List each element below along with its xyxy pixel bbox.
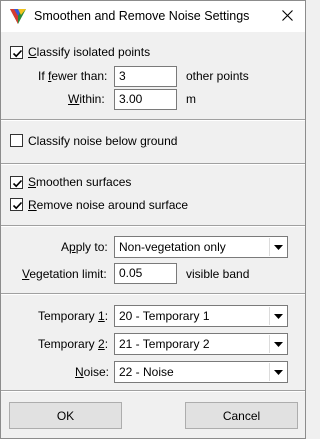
fewer-than-label: If fewer than: xyxy=(38,69,108,83)
temporary-2-label: Temporary 2: xyxy=(38,337,109,351)
checkmark-icon xyxy=(12,201,23,210)
noise-label: Noise: xyxy=(75,365,110,379)
classify-isolated-label[interactable]: Classify isolated points xyxy=(28,45,150,59)
chevron-down-icon[interactable] xyxy=(269,238,286,256)
classify-isolated-checkbox[interactable] xyxy=(10,46,23,59)
temporary-1-select[interactable]: 20 - Temporary 1 xyxy=(114,305,288,327)
separator xyxy=(1,163,305,165)
within-input[interactable]: 3.00 xyxy=(114,89,177,110)
apply-to-label: Apply to: xyxy=(61,240,108,254)
dialog-window: Smoothen and Remove Noise Settings Class… xyxy=(0,0,306,439)
apply-to-value: Non-vegetation only xyxy=(119,240,226,254)
remove-noise-checkbox[interactable] xyxy=(10,198,23,211)
temporary-1-value: 20 - Temporary 1 xyxy=(119,309,210,323)
separator xyxy=(1,293,305,295)
within-unit-label: m xyxy=(186,92,196,106)
classify-noise-below-ground-checkbox[interactable] xyxy=(10,134,23,147)
vegetation-limit-label: Vegetation limit: xyxy=(22,267,107,281)
chevron-down-icon[interactable] xyxy=(269,335,286,353)
smoothen-surfaces-label[interactable]: Smoothen surfaces xyxy=(28,175,131,189)
temporary-2-select[interactable]: 21 - Temporary 2 xyxy=(114,333,288,355)
ok-button[interactable]: OK xyxy=(9,402,122,429)
separator xyxy=(1,119,305,121)
noise-value: 22 - Noise xyxy=(119,365,174,379)
close-button[interactable] xyxy=(269,1,305,32)
close-icon xyxy=(281,9,293,24)
separator xyxy=(1,390,305,392)
window-title: Smoothen and Remove Noise Settings xyxy=(34,9,250,23)
noise-select[interactable]: 22 - Noise xyxy=(114,361,288,383)
checkmark-icon xyxy=(12,179,23,188)
title-bar[interactable]: Smoothen and Remove Noise Settings xyxy=(1,1,305,32)
visible-band-label: visible band xyxy=(186,267,250,281)
fewer-than-input[interactable]: 3 xyxy=(114,66,177,87)
chevron-down-icon[interactable] xyxy=(269,363,286,381)
within-label: Within: xyxy=(68,92,105,106)
other-points-label: other points xyxy=(186,69,249,83)
cancel-button[interactable]: Cancel xyxy=(185,402,298,429)
classify-noise-below-ground-label[interactable]: Classify noise below ground xyxy=(28,134,177,148)
apply-to-select[interactable]: Non-vegetation only xyxy=(114,236,288,258)
temporary-1-label: Temporary 1: xyxy=(38,309,109,323)
separator xyxy=(1,225,305,227)
vegetation-limit-input[interactable]: 0.05 xyxy=(114,263,177,284)
checkmark-icon xyxy=(12,49,23,58)
remove-noise-label[interactable]: Remove noise around surface xyxy=(28,198,188,212)
smoothen-surfaces-checkbox[interactable] xyxy=(10,176,23,189)
chevron-down-icon[interactable] xyxy=(269,307,286,325)
temporary-2-value: 21 - Temporary 2 xyxy=(119,337,210,351)
triangle-logo-icon xyxy=(9,7,27,25)
